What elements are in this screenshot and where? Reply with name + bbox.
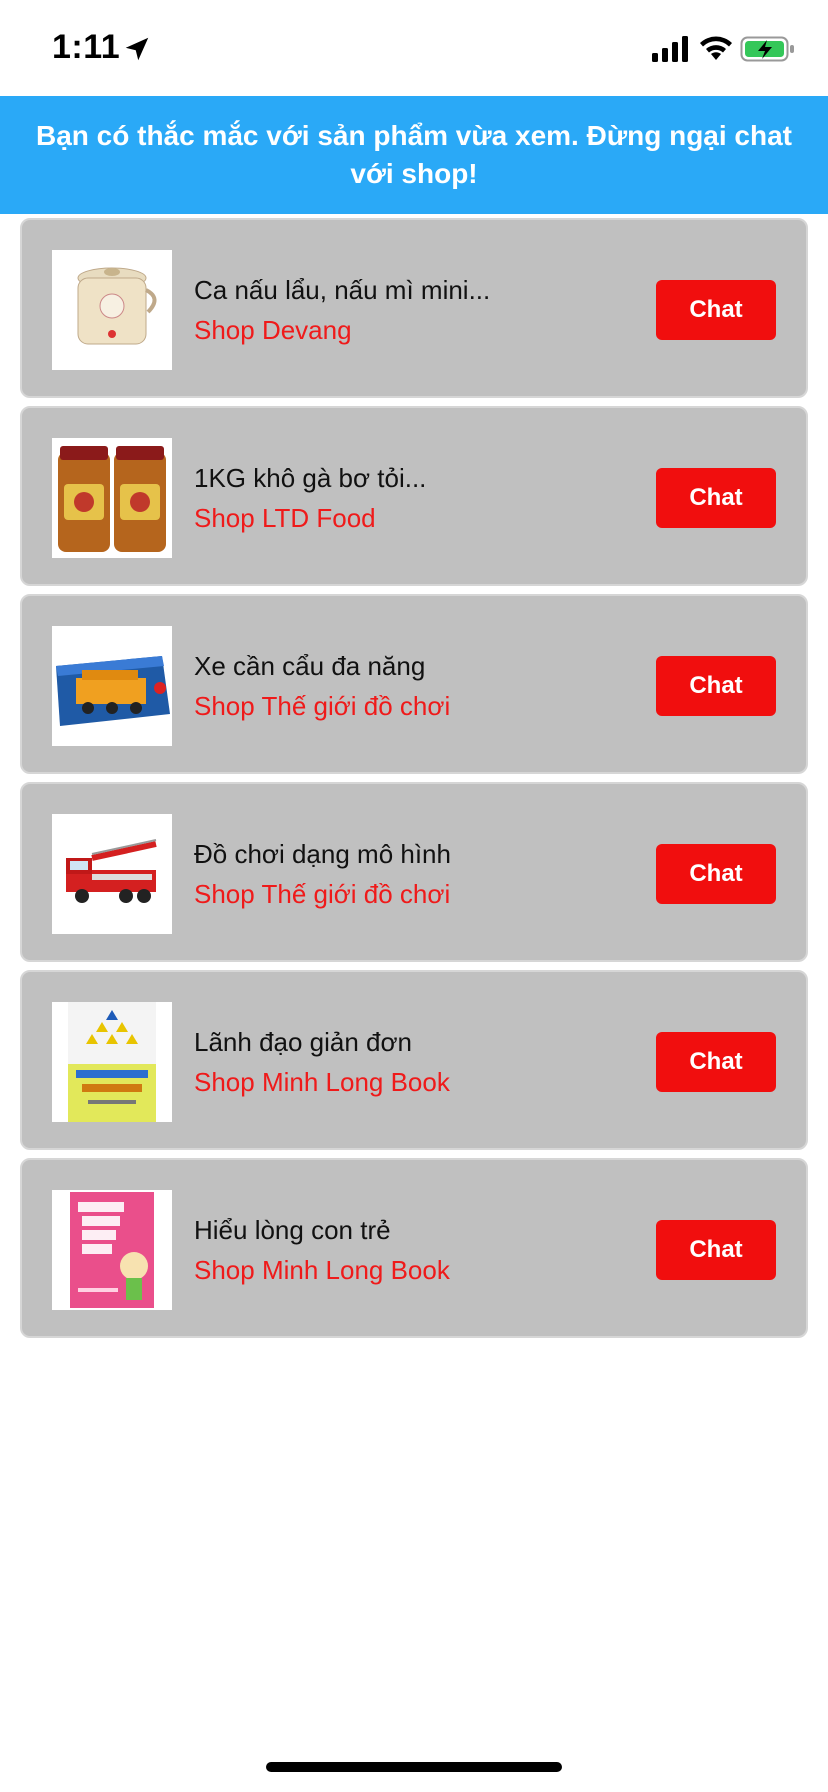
location-arrow-icon	[125, 37, 149, 61]
chat-button[interactable]: Chat	[656, 1032, 776, 1092]
list-item: 1KG khô gà bơ tỏi... Shop LTD Food Chat	[20, 406, 808, 586]
list-item: Ca nấu lẩu, nấu mì mini... Shop Devang C…	[20, 218, 808, 398]
shop-name[interactable]: Shop Thế giới đồ chơi	[194, 688, 594, 724]
list-item: Đồ chơi dạng mô hình Shop Thế giới đồ ch…	[20, 782, 808, 962]
product-name[interactable]: Ca nấu lẩu, nấu mì mini...	[194, 272, 594, 308]
product-thumbnail[interactable]	[52, 1190, 172, 1310]
list-item: Xe cần cẩu đa năng Shop Thế giới đồ chơi…	[20, 594, 808, 774]
product-thumbnail[interactable]	[52, 250, 172, 370]
product-thumbnail[interactable]	[52, 438, 172, 558]
shop-name[interactable]: Shop Thế giới đồ chơi	[194, 876, 594, 912]
battery-charging-icon	[740, 36, 794, 62]
wifi-icon	[700, 36, 732, 60]
product-chat-list: Ca nấu lẩu, nấu mì mini... Shop Devang C…	[20, 218, 808, 1346]
product-thumbnail[interactable]	[52, 814, 172, 934]
book-cover-children-image	[52, 1190, 172, 1310]
electric-pot-image	[52, 250, 172, 370]
product-thumbnail[interactable]	[52, 1002, 172, 1122]
fire-truck-model-image	[52, 814, 172, 934]
list-item: Lãnh đạo giản đơn Shop Minh Long Book Ch…	[20, 970, 808, 1150]
chat-button[interactable]: Chat	[656, 280, 776, 340]
crane-truck-toy-image	[52, 626, 172, 746]
shop-name[interactable]: Shop Minh Long Book	[194, 1064, 594, 1100]
dried-chicken-jars-image	[52, 438, 172, 558]
cellular-signal-icon	[652, 36, 688, 62]
list-item: Hiểu lòng con trẻ Shop Minh Long Book Ch…	[20, 1158, 808, 1338]
product-name[interactable]: Lãnh đạo giản đơn	[194, 1024, 594, 1060]
chat-prompt-banner: Bạn có thắc mắc với sản phẩm vừa xem. Đừ…	[0, 96, 828, 214]
shop-name[interactable]: Shop Devang	[194, 312, 594, 348]
product-name[interactable]: 1KG khô gà bơ tỏi...	[194, 460, 594, 496]
chat-button[interactable]: Chat	[656, 468, 776, 528]
chat-button[interactable]: Chat	[656, 1220, 776, 1280]
product-name[interactable]: Đồ chơi dạng mô hình	[194, 836, 594, 872]
status-time: 1:11	[52, 28, 121, 66]
status-bar: 1:11	[0, 0, 828, 96]
shop-name[interactable]: Shop LTD Food	[194, 500, 594, 536]
home-indicator[interactable]	[266, 1762, 562, 1772]
product-thumbnail[interactable]	[52, 626, 172, 746]
book-cover-leadership-image	[52, 1002, 172, 1122]
product-name[interactable]: Xe cần cẩu đa năng	[194, 648, 594, 684]
product-name[interactable]: Hiểu lòng con trẻ	[194, 1212, 594, 1248]
chat-button[interactable]: Chat	[656, 844, 776, 904]
banner-text: Bạn có thắc mắc với sản phẩm vừa xem. Đừ…	[35, 120, 792, 189]
shop-name[interactable]: Shop Minh Long Book	[194, 1252, 594, 1288]
chat-button[interactable]: Chat	[656, 656, 776, 716]
